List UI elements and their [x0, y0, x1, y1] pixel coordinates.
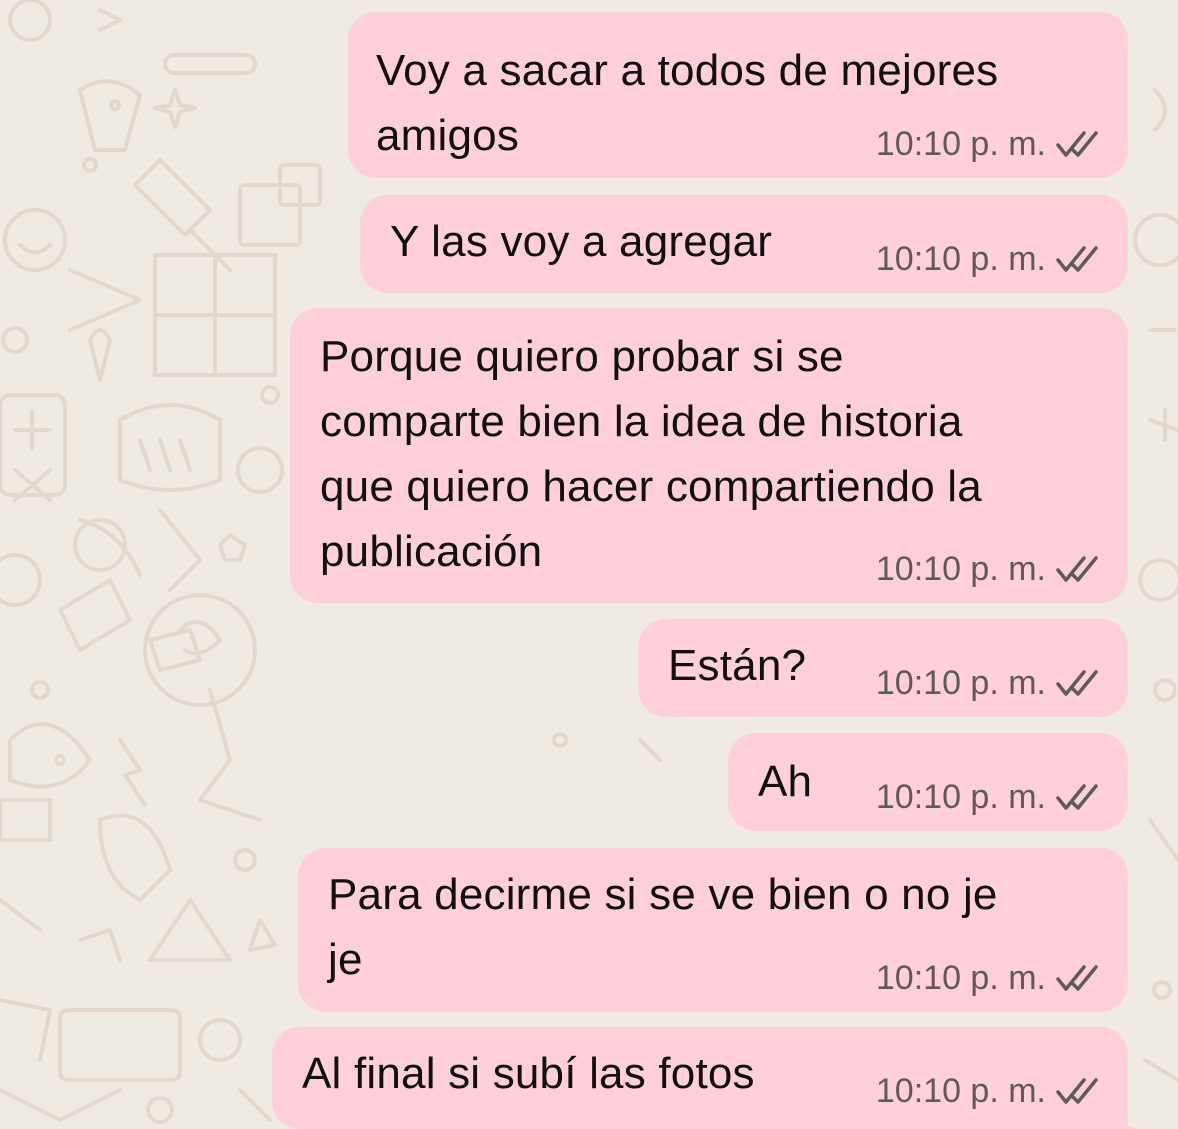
message-meta: 10:10 p. m. — [876, 1071, 1100, 1111]
outgoing-message[interactable]: Están? 10:10 p. m. — [638, 619, 1128, 717]
double-check-icon — [1056, 784, 1098, 810]
double-check-icon — [1056, 1078, 1098, 1104]
message-meta: 10:10 p. m. — [876, 777, 1100, 817]
message-text: Al final si subí las fotos — [302, 1049, 755, 1098]
outgoing-message[interactable]: Voy a sacar a todos de mejores amigos 10… — [348, 12, 1128, 178]
message-time: 10:10 p. m. — [875, 1072, 1046, 1110]
message-text: Y las voy a agregar — [390, 217, 773, 266]
message-meta: 10:10 p. m. — [876, 239, 1100, 279]
double-check-icon — [1056, 131, 1098, 157]
bubble-tail — [1104, 1095, 1138, 1129]
message-meta: 10:10 p. m. — [876, 124, 1100, 164]
outgoing-message[interactable]: Al final si subí las fotos 10:10 p. m. — [272, 1027, 1138, 1129]
message-text: Porque quiero probar si se comparte bien… — [320, 332, 982, 576]
message-time: 10:10 p. m. — [875, 125, 1046, 163]
message-meta: 10:10 p. m. — [876, 663, 1100, 703]
message-time: 10:10 p. m. — [875, 959, 1046, 997]
message-text: Están? — [668, 641, 807, 690]
message-meta: 10:10 p. m. — [876, 549, 1100, 589]
outgoing-message[interactable]: Porque quiero probar si se comparte bien… — [290, 308, 1128, 603]
message-time: 10:10 p. m. — [875, 550, 1046, 588]
outgoing-message[interactable]: Ah 10:10 p. m. — [728, 733, 1128, 831]
message-text: Ah — [758, 757, 813, 806]
message-meta: 10:10 p. m. — [876, 958, 1100, 998]
outgoing-message[interactable]: Para decirme si se ve bien o no je je 10… — [298, 848, 1128, 1012]
message-time: 10:10 p. m. — [875, 664, 1046, 702]
double-check-icon — [1056, 965, 1098, 991]
message-time: 10:10 p. m. — [875, 778, 1046, 816]
message-time: 10:10 p. m. — [875, 240, 1046, 278]
outgoing-message[interactable]: Y las voy a agregar 10:10 p. m. — [360, 195, 1128, 293]
chat-thread: Voy a sacar a todos de mejores amigos 10… — [0, 0, 1178, 1129]
double-check-icon — [1056, 670, 1098, 696]
double-check-icon — [1056, 556, 1098, 582]
double-check-icon — [1056, 246, 1098, 272]
